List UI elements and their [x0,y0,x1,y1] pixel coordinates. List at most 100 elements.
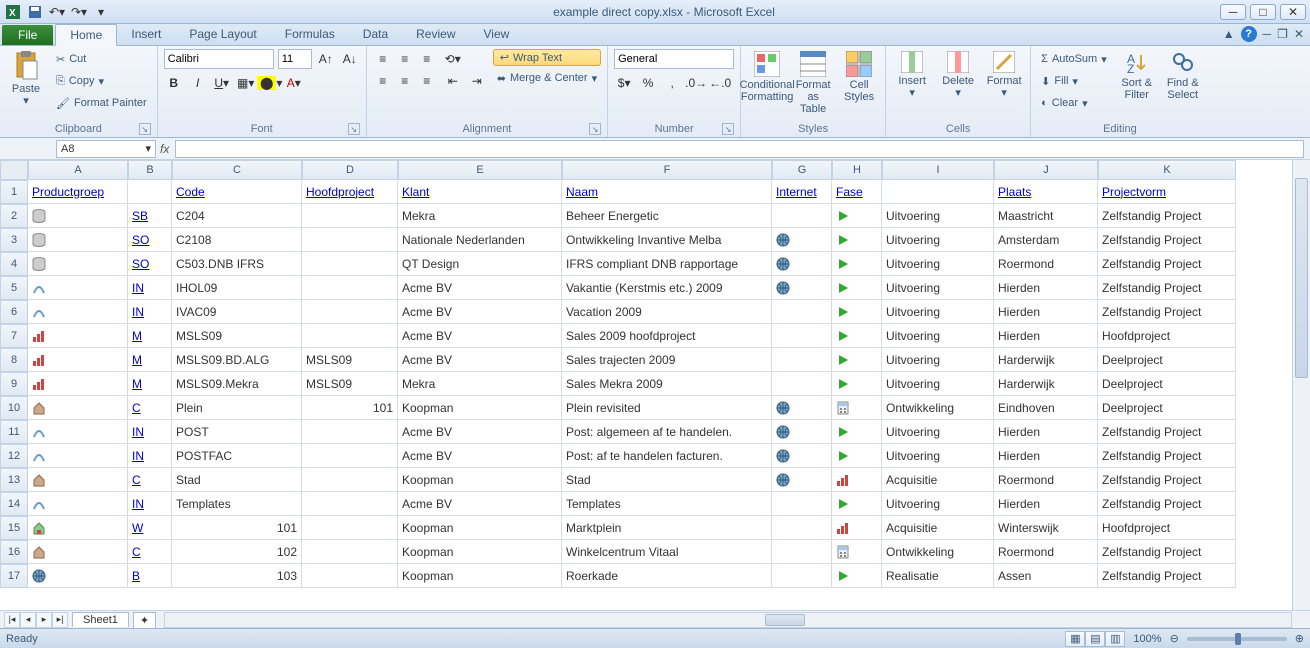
klant-cell[interactable]: Koopman [398,540,562,564]
align-top-icon[interactable]: ≡ [373,49,393,69]
plaats-cell[interactable]: Roermond [994,468,1098,492]
row-header-4[interactable]: 4 [0,252,28,276]
fx-icon[interactable]: fx [160,142,169,156]
code-cell[interactable]: POST [172,420,302,444]
fase-cell[interactable]: Uitvoering [882,444,994,468]
naam-cell[interactable]: IFRS compliant DNB rapportage [562,252,772,276]
tab-home[interactable]: Home [55,24,117,46]
klant-cell[interactable]: Koopman [398,564,562,588]
naam-cell[interactable]: Vakantie (Kerstmis etc.) 2009 [562,276,772,300]
font-launcher[interactable]: ↘ [348,123,360,135]
plaats-cell[interactable]: Hierden [994,276,1098,300]
internet-icon[interactable] [772,228,832,252]
accounting-format-icon[interactable]: $▾ [614,73,634,93]
alignment-launcher[interactable]: ↘ [589,123,601,135]
hoofdproject-cell[interactable] [302,252,398,276]
conditional-formatting-button[interactable]: Conditional Formatting [747,49,787,105]
orientation-icon[interactable]: ⟲▾ [443,49,463,69]
increase-font-icon[interactable]: A↑ [316,49,336,69]
plaats-cell[interactable]: Amsterdam [994,228,1098,252]
fase-cell[interactable]: Ontwikkeling [882,396,994,420]
code-link[interactable]: SO [128,252,172,276]
internet-icon[interactable] [772,420,832,444]
font-size-selector[interactable] [278,49,312,69]
col-header-D[interactable]: D [302,160,398,180]
plaats-cell[interactable]: Hierden [994,420,1098,444]
naam-cell[interactable]: Post: algemeen af te handelen. [562,420,772,444]
plaats-cell[interactable]: Maastricht [994,204,1098,228]
code-cell[interactable]: IHOL09 [172,276,302,300]
code-cell[interactable]: Stad [172,468,302,492]
tab-page-layout[interactable]: Page Layout [175,24,270,45]
header-cell[interactable]: Klant [398,180,562,204]
projectvorm-cell[interactable]: Deelproject [1098,372,1236,396]
hoofdproject-cell[interactable] [302,540,398,564]
fase-cell[interactable]: Acquisitie [882,468,994,492]
plaats-cell[interactable]: Roermond [994,252,1098,276]
fase-cell[interactable]: Ontwikkeling [882,540,994,564]
tab-view[interactable]: View [470,24,524,45]
row-header-17[interactable]: 17 [0,564,28,588]
fase-cell[interactable]: Uitvoering [882,348,994,372]
naam-cell[interactable]: Sales trajecten 2009 [562,348,772,372]
italic-button[interactable]: I [188,73,208,93]
hoofdproject-cell[interactable] [302,324,398,348]
find-select-button[interactable]: Find & Select [1163,49,1203,103]
doc-close-icon[interactable]: ✕ [1294,27,1304,41]
cut-button[interactable]: ✂Cut [52,49,151,69]
hoofdproject-cell[interactable] [302,468,398,492]
maximize-button[interactable]: □ [1250,4,1276,20]
code-link[interactable]: IN [128,300,172,324]
code-link[interactable]: M [128,324,172,348]
horizontal-scrollbar[interactable] [164,612,1292,628]
tab-nav-next[interactable]: ▸ [36,612,52,628]
hoofdproject-cell[interactable] [302,420,398,444]
doc-minimize-icon[interactable]: ─ [1263,27,1272,41]
fase-cell[interactable]: Uitvoering [882,420,994,444]
plaats-cell[interactable]: Eindhoven [994,396,1098,420]
row-header-1[interactable]: 1 [0,180,28,204]
zoom-in-button[interactable]: ⊕ [1295,632,1304,645]
row-header-6[interactable]: 6 [0,300,28,324]
tab-nav-first[interactable]: |◂ [4,612,20,628]
hoofdproject-cell[interactable] [302,516,398,540]
klant-cell[interactable]: Acme BV [398,492,562,516]
plaats-cell[interactable]: Hierden [994,444,1098,468]
naam-cell[interactable]: Sales 2009 hoofdproject [562,324,772,348]
col-header-F[interactable]: F [562,160,772,180]
indent-increase-icon[interactable]: ⇥ [467,71,487,91]
align-center-icon[interactable]: ≡ [395,71,415,91]
projectvorm-cell[interactable]: Zelfstandig Project [1098,228,1236,252]
tab-nav-prev[interactable]: ◂ [20,612,36,628]
naam-cell[interactable]: Winkelcentrum Vitaal [562,540,772,564]
klant-cell[interactable]: QT Design [398,252,562,276]
format-cells-button[interactable]: Format▾ [984,49,1024,101]
internet-icon[interactable] [772,252,832,276]
plaats-cell[interactable]: Hierden [994,324,1098,348]
col-header-G[interactable]: G [772,160,832,180]
code-link[interactable]: C [128,468,172,492]
header-cell[interactable]: Hoofdproject [302,180,398,204]
code-link[interactable]: IN [128,420,172,444]
code-link[interactable]: IN [128,444,172,468]
code-cell[interactable]: Plein [172,396,302,420]
cell-styles-button[interactable]: Cell Styles [839,49,879,105]
klant-cell[interactable]: Mekra [398,372,562,396]
align-bottom-icon[interactable]: ≡ [417,49,437,69]
fase-cell[interactable]: Uitvoering [882,300,994,324]
row-header-8[interactable]: 8 [0,348,28,372]
header-cell[interactable]: Projectvorm [1098,180,1236,204]
new-sheet-tab[interactable]: ✦ [133,612,156,628]
naam-cell[interactable]: Roerkade [562,564,772,588]
tab-data[interactable]: Data [349,24,402,45]
projectvorm-cell[interactable]: Zelfstandig Project [1098,276,1236,300]
col-header-B[interactable]: B [128,160,172,180]
normal-view-button[interactable]: ▦ [1065,631,1085,647]
font-name-selector[interactable] [164,49,274,69]
fase-cell[interactable]: Uitvoering [882,252,994,276]
paste-button[interactable]: Paste▾ [6,49,46,109]
code-link[interactable]: W [128,516,172,540]
col-header-A[interactable]: A [28,160,128,180]
projectvorm-cell[interactable]: Deelproject [1098,396,1236,420]
naam-cell[interactable]: Sales Mekra 2009 [562,372,772,396]
